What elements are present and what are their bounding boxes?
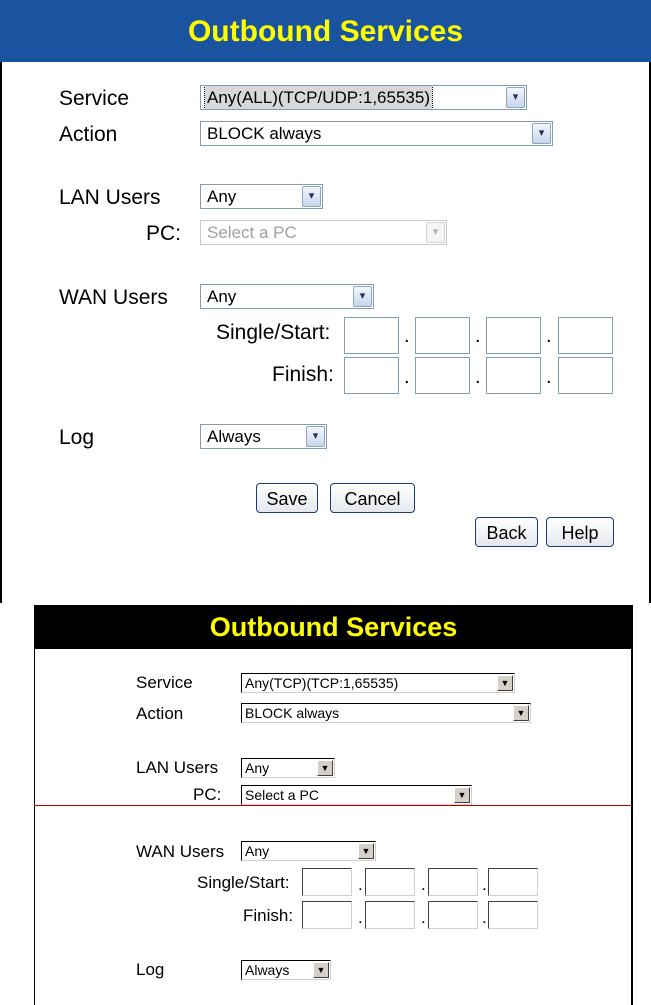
panel1-service-value: Any(ALL)(TCP/UDP:1,65535) [204,86,433,109]
panel1-page-title: Outbound Services [187,15,464,48]
panel1-lan-users-select[interactable]: Any ▾ [200,184,323,209]
panel2-wan-users-select[interactable]: Any ▼ [241,841,376,861]
ip-separator: . [546,325,552,347]
chevron-down-icon[interactable]: ▼ [313,962,329,978]
back-button[interactable]: Back [475,517,538,547]
panel2-finish-label: Finish: [243,906,294,925]
panel1-pc-select[interactable]: Select a PC ▾ [200,220,447,245]
panel2-finish-ip-octet-1[interactable] [302,901,352,929]
panel1-finish-ip-octet-3[interactable] [486,357,541,394]
panel1-pc-value: Select a PC [207,223,297,242]
ip-separator: . [421,908,426,927]
panel1-wan-users-label: WAN Users [59,286,168,309]
chevron-down-icon[interactable]: ▾ [506,87,525,108]
panel1-log-select[interactable]: Always ▾ [200,424,327,449]
panel2-start-ip-octet-2[interactable] [365,868,415,896]
panel2-start-ip-octet-1[interactable] [302,868,352,896]
help-button[interactable]: Help [546,517,614,547]
ip-separator: . [421,875,426,894]
panel1-start-ip-octet-2[interactable] [415,317,470,354]
panel1-finish-ip-octet-2[interactable] [415,357,470,394]
chevron-down-icon[interactable]: ▾ [306,426,325,447]
panel2-finish-ip-octet-2[interactable] [365,901,415,929]
panel1-pc-label: PC: [146,222,182,245]
panel2-page-title: Outbound Services [209,612,458,642]
panel1-action-select[interactable]: BLOCK always ▾ [200,121,553,146]
panel1-start-ip-octet-1[interactable] [344,317,399,354]
panel2-wan-users-value: Any [245,843,270,859]
panel2-service-select[interactable]: Any(TCP)(TCP:1,65535) ▼ [241,673,515,693]
cancel-button[interactable]: Cancel [330,483,415,513]
panel2-lan-users-value: Any [245,760,270,776]
panel2-log-label: Log [136,960,165,979]
panel2-log-value: Always [245,962,290,978]
panel2-start-ip-octet-4[interactable] [488,868,538,896]
panel2-pc-value: Select a PC [245,787,319,803]
panel2-action-value: BLOCK always [245,705,340,721]
chevron-down-icon[interactable]: ▼ [358,843,374,859]
panel1-finish-label: Finish: [272,363,334,386]
panel1-action-label: Action [59,123,118,146]
panel2-action-select[interactable]: BLOCK always ▼ [241,703,531,723]
panel1-lan-users-value: Any [207,187,237,206]
chevron-down-icon[interactable]: ▼ [497,675,513,691]
ip-separator: . [475,325,481,347]
panel1-action-value: BLOCK always [207,124,322,143]
ip-separator: . [482,875,487,894]
panel1-lan-users-label: LAN Users [59,186,161,209]
panel2-service-value: Any(TCP)(TCP:1,65535) [245,675,399,691]
panel2-pc-label: PC: [193,785,222,804]
ip-separator: . [546,366,552,388]
panel1-finish-ip-octet-1[interactable] [344,357,399,394]
panel1-single-start-label: Single/Start: [216,321,331,344]
panel2-service-label: Service [136,673,193,692]
chevron-down-icon[interactable]: ▼ [513,705,529,721]
panel1-log-label: Log [59,426,95,449]
panel2-frame-left [34,649,35,1005]
panel1-start-ip-octet-4[interactable] [558,317,613,354]
panel1-service-select[interactable]: Any(ALL)(TCP/UDP:1,65535) ▾ [200,85,527,110]
panel2-red-divider [34,805,632,806]
panel1-service-label: Service [59,87,130,110]
panel2-frame-right [631,649,633,1005]
panel2-single-start-label: Single/Start: [197,873,290,892]
panel1-wan-users-value: Any [207,287,237,306]
chevron-down-icon[interactable]: ▼ [317,760,333,776]
panel2-pc-select[interactable]: Select a PC ▼ [241,785,472,805]
ip-separator: . [404,325,410,347]
panel1-frame-left [0,62,2,603]
panel2-lan-users-label: LAN Users [136,758,219,777]
ip-separator: . [358,908,363,927]
chevron-down-icon[interactable]: ▾ [426,222,445,243]
panel2-finish-ip-octet-4[interactable] [488,901,538,929]
panel1-start-ip-octet-3[interactable] [486,317,541,354]
panel2-finish-ip-octet-3[interactable] [428,901,478,929]
panel2-log-select[interactable]: Always ▼ [241,960,331,980]
ip-separator: . [358,875,363,894]
panel1-log-value: Always [207,427,261,446]
ip-separator: . [482,908,487,927]
chevron-down-icon[interactable]: ▾ [353,286,372,307]
panel2-start-ip-octet-3[interactable] [428,868,478,896]
ip-separator: . [475,366,481,388]
chevron-down-icon[interactable]: ▾ [532,123,551,144]
panel2-action-label: Action [136,704,184,723]
chevron-down-icon[interactable]: ▼ [454,787,470,803]
panel1-wan-users-select[interactable]: Any ▾ [200,284,374,309]
chevron-down-icon[interactable]: ▾ [302,186,321,207]
panel2-wan-users-label: WAN Users [136,842,225,861]
save-button[interactable]: Save [256,483,318,513]
panel2-lan-users-select[interactable]: Any ▼ [241,758,335,778]
panel1-finish-ip-octet-4[interactable] [558,357,613,394]
ip-separator: . [404,366,410,388]
